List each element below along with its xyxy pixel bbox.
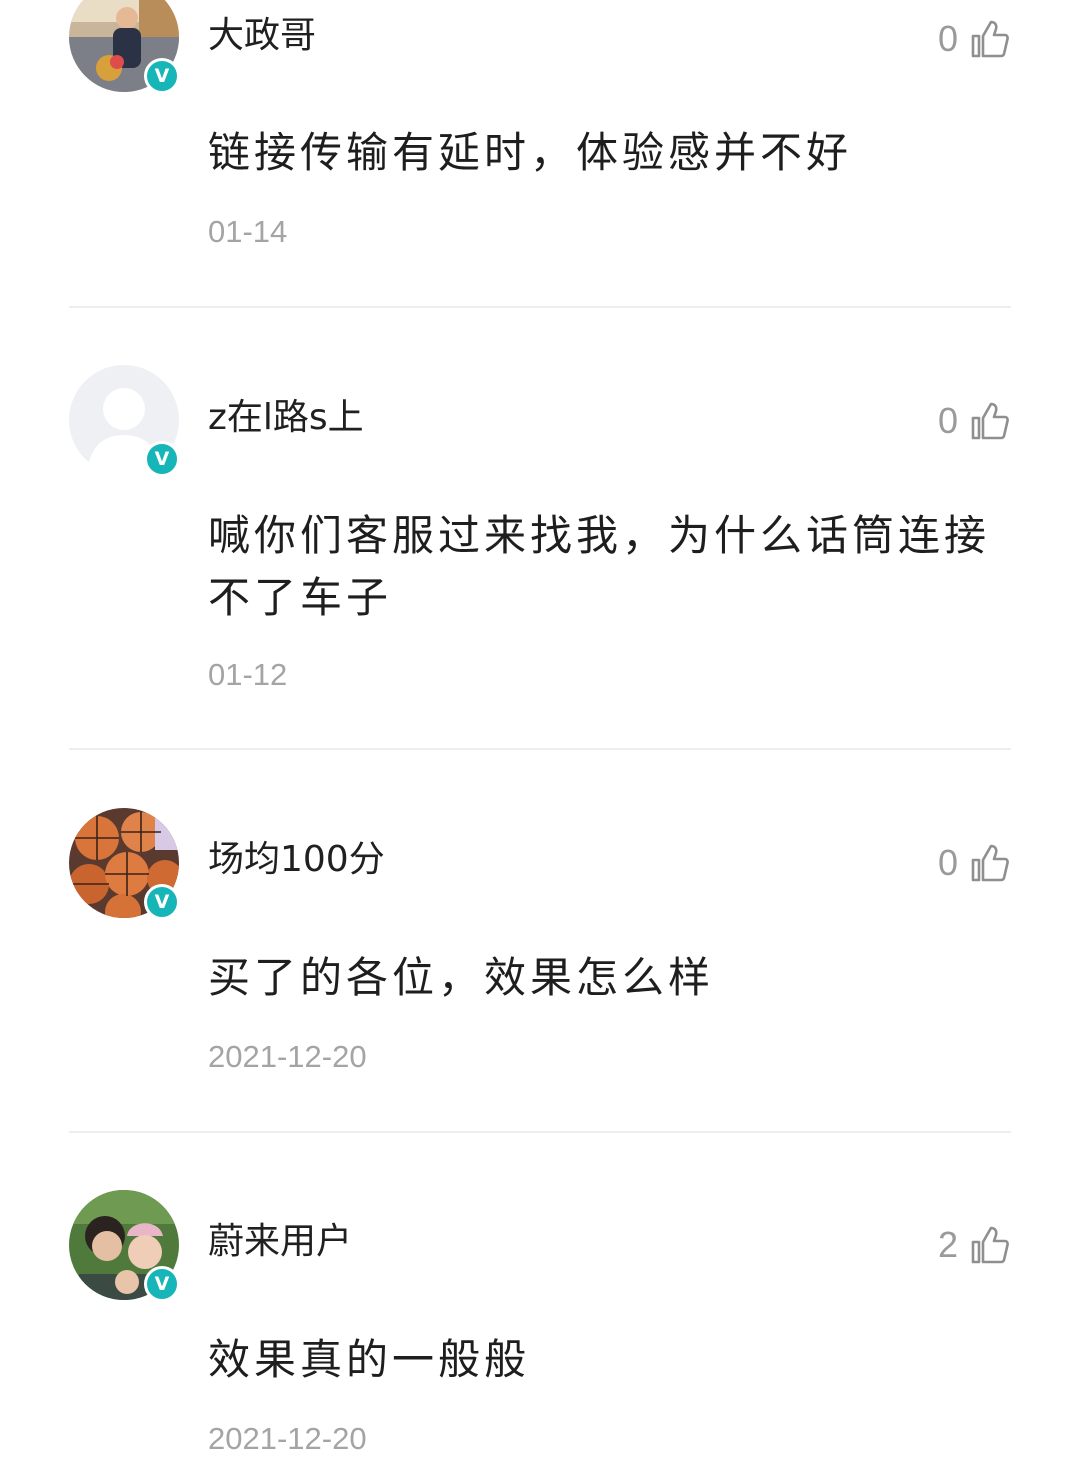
comment-date: 01-12 [208,657,288,692]
comment-date: 01-14 [208,214,288,249]
like-count: 0 [937,842,958,883]
like-count: 0 [937,18,958,59]
like-count: 0 [937,400,958,441]
verified-badge-icon: V [144,1266,180,1302]
thumbs-up-icon[interactable] [970,401,1010,441]
like-count: 2 [937,1224,958,1265]
comment-text: 买了的各位，效果怎么样 [208,953,715,1002]
comment-text: 链接传输有延时，体验感并不好 [208,128,853,177]
like-button[interactable]: 2 [938,1222,1010,1268]
comment-list: V 大政哥 0 链接传输有延时，体验感并不好 01-14 V z在l路s上 0 … [0,0,1080,1476]
comment-username[interactable]: z在l路s上 [208,396,364,440]
like-button[interactable]: 0 [938,840,1010,886]
comment-text: 喊你们客服过来找我，为什么话筒连接不了车子 [208,511,991,622]
verified-badge-icon: V [144,58,180,94]
like-button[interactable]: 0 [938,398,1010,444]
comment-username[interactable]: 大政哥 [208,14,316,58]
verified-badge-icon: V [144,884,180,920]
verified-badge-icon: V [144,441,180,477]
thumbs-up-icon[interactable] [970,19,1010,59]
comment-text: 效果真的一般般 [208,1335,531,1384]
like-button[interactable]: 0 [938,16,1010,62]
divider [69,748,1011,750]
thumbs-up-icon[interactable] [970,1225,1010,1265]
thumbs-up-icon[interactable] [970,843,1010,883]
comment-date: 2021-12-20 [208,1039,367,1074]
divider [69,306,1011,308]
comment-username[interactable]: 场均100分 [208,838,385,882]
comment-username[interactable]: 蔚来用户 [208,1220,352,1264]
divider [69,1131,1011,1133]
comment-date: 2021-12-20 [208,1421,367,1456]
